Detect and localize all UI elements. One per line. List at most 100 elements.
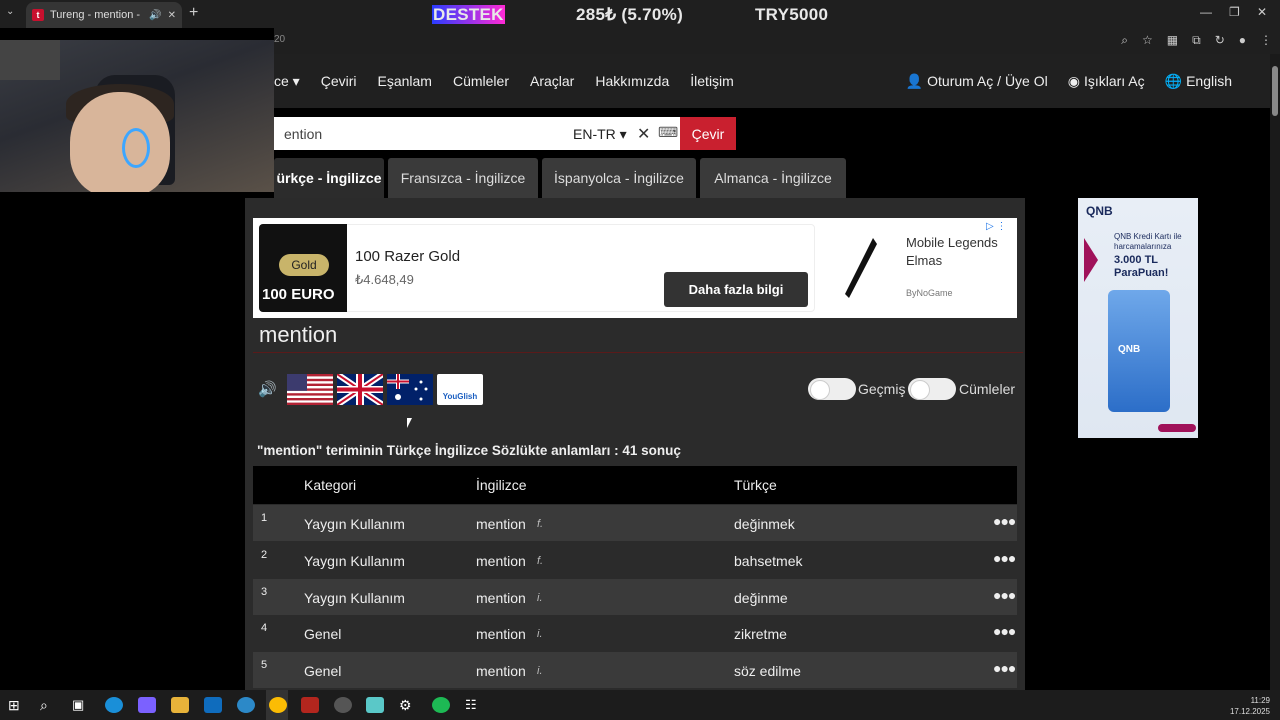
ad-product-image-2[interactable] [845, 238, 877, 298]
windows-start-icon[interactable]: ⊞ [8, 697, 26, 713]
row-number: 5 [261, 659, 268, 671]
nav-esanlam[interactable]: Eşanlam [378, 73, 432, 89]
site-navbar: ce ▾ Çeviri Eşanlam Cümleler Araçlar Hak… [274, 54, 1270, 108]
nav-ceviri[interactable]: Çeviri [321, 73, 357, 89]
browser-tab-active[interactable]: t Tureng - mention - Türkçe 🔊 ✕ [26, 2, 182, 28]
row-turkish-link[interactable]: söz edilme [734, 663, 801, 679]
audio-icon[interactable]: 🔊 [149, 10, 161, 21]
chrome-menu-icon[interactable]: ⋮ [1260, 33, 1272, 48]
minimize-icon[interactable]: — [1200, 5, 1212, 19]
history-icon[interactable]: ↻ [1215, 33, 1225, 48]
file-explorer-icon[interactable] [171, 697, 189, 713]
task-view-icon[interactable]: ▣ [72, 697, 90, 713]
row-more-icon[interactable]: ●●● [993, 623, 1016, 639]
extensions-puzzle-icon[interactable]: ⧉ [1192, 33, 1201, 48]
row-more-icon[interactable]: ●●● [993, 513, 1016, 529]
nav-hakkimizda[interactable]: Hakkımızda [595, 73, 669, 89]
row-category-link[interactable]: Yaygın Kullanım [304, 590, 405, 606]
zoom-icon[interactable]: ⌕ [1121, 33, 1128, 48]
tab-close-icon[interactable]: ✕ [168, 10, 176, 21]
row-english-link[interactable]: mention [476, 590, 526, 606]
ad2-title[interactable]: Mobile Legends Elmas [906, 234, 1016, 270]
nav-araclar[interactable]: Araçlar [530, 73, 574, 89]
app-icon[interactable] [237, 697, 255, 713]
row-english-link[interactable]: mention [476, 553, 526, 569]
ad2-source: ByNoGame [906, 288, 953, 298]
language-select[interactable]: EN-TR ▾ [573, 126, 627, 143]
result-summary: "mention" teriminin Türkçe İngilizce Söz… [257, 443, 681, 458]
row-turkish-link[interactable]: değinme [734, 590, 788, 606]
row-category-link[interactable]: Yaygın Kullanım [304, 553, 405, 569]
address-bar[interactable]: 20 ⌕ ☆ ▦ ⧉ ↻ ● ⋮ [274, 28, 1280, 54]
app2-icon[interactable] [334, 697, 352, 713]
header-english: İngilizce [476, 477, 527, 493]
row-category-link[interactable]: Yaygın Kullanım [304, 516, 405, 532]
ad-product-image[interactable]: Gold 100 EURO [259, 224, 347, 312]
row-more-icon[interactable]: ●●● [993, 587, 1016, 603]
app4-icon[interactable]: ☷ [465, 697, 483, 713]
speaker-icon[interactable]: 🔊 [258, 380, 277, 398]
qnb-cta-button[interactable] [1158, 424, 1196, 432]
clear-search-icon[interactable]: ✕ [637, 124, 650, 144]
outlook-icon[interactable] [204, 697, 222, 713]
row-category-link[interactable]: Genel [304, 663, 341, 679]
youglish-button[interactable]: YouGlish [437, 374, 483, 405]
row-pos: f. [537, 518, 544, 530]
login-link[interactable]: 👤 Oturum Aç / Üye Ol [906, 73, 1048, 90]
sentences-toggle[interactable] [908, 378, 956, 400]
tab-french-english[interactable]: Fransızca - İngilizce [388, 158, 538, 198]
bookmark-star-icon[interactable]: ☆ [1142, 33, 1153, 48]
history-toggle-label: Geçmiş [858, 381, 906, 397]
ad-more-info-button[interactable]: Daha fazla bilgi [664, 272, 808, 307]
windows-taskbar: ⊞ ⌕ ▣ [0, 690, 1280, 720]
row-pos: i. [537, 592, 543, 604]
scrollbar-thumb[interactable] [1272, 66, 1278, 116]
restore-icon[interactable]: ❐ [1229, 5, 1240, 19]
tab-search-icon[interactable]: ⌄ [6, 6, 14, 17]
app3-icon[interactable] [366, 697, 384, 713]
ad-choices-icon[interactable]: ▷ ⋮ [986, 221, 1006, 232]
nav-cumleler[interactable]: Cümleler [453, 73, 509, 89]
nav-iletisim[interactable]: İletişim [690, 73, 734, 89]
row-turkish-link[interactable]: bahsetmek [734, 553, 802, 569]
translate-button[interactable]: Çevir [680, 117, 736, 150]
row-more-icon[interactable]: ●●● [993, 660, 1016, 676]
tab-spanish-english[interactable]: İspanyolca - İngilizce [542, 158, 696, 198]
new-tab-icon[interactable]: + [189, 4, 198, 22]
us-flag-audio-icon[interactable] [287, 374, 333, 405]
qnb-logo: QNB [1086, 204, 1113, 218]
row-more-icon[interactable]: ●●● [993, 550, 1016, 566]
obs-icon[interactable] [301, 697, 319, 713]
settings-gear-icon[interactable]: ⚙ [399, 697, 417, 713]
side-ad-banner[interactable]: QNB QNB Kredi Kartı ile harcamalarınıza … [1078, 198, 1198, 438]
mouse-cursor-icon [407, 418, 412, 428]
edge-icon[interactable] [105, 697, 123, 713]
extension-badge-icon[interactable]: ▦ [1167, 33, 1178, 48]
lights-link[interactable]: ◉ Işıkları Aç [1068, 73, 1145, 90]
history-toggle[interactable] [808, 378, 856, 400]
row-turkish-link[interactable]: değinmek [734, 516, 795, 532]
keyboard-icon[interactable]: ⌨ [658, 124, 678, 141]
row-english-link[interactable]: mention [476, 663, 526, 679]
chrome-icon[interactable] [269, 697, 287, 713]
spotify-icon[interactable] [432, 697, 450, 713]
tab-turkish-english[interactable]: ürkçe - İngilizce [274, 158, 384, 198]
row-english-link[interactable]: mention [476, 626, 526, 642]
uk-flag-audio-icon[interactable] [337, 374, 383, 405]
clock-time: 11:29 [1250, 696, 1270, 705]
close-window-icon[interactable]: ✕ [1257, 5, 1267, 19]
au-flag-audio-icon[interactable] [387, 374, 433, 405]
language-link[interactable]: 🌐 English [1165, 73, 1232, 90]
row-category-link[interactable]: Genel [304, 626, 341, 642]
nav-dropdown[interactable]: ce ▾ [274, 73, 300, 90]
row-english-link[interactable]: mention [476, 516, 526, 532]
profile-avatar-icon[interactable]: ● [1239, 33, 1246, 48]
table-row: 2 Yaygın Kullanım mention f. bahsetmek ●… [253, 542, 1017, 578]
tab-german-english[interactable]: Almanca - İngilizce [700, 158, 846, 198]
row-turkish-link[interactable]: zikretme [734, 626, 787, 642]
taskbar-clock[interactable]: 11:29 17.12.2025 [1230, 695, 1270, 717]
ad-title[interactable]: 100 Razer Gold [355, 248, 460, 265]
copilot-icon[interactable] [138, 697, 156, 713]
search-icon[interactable]: ⌕ [40, 697, 58, 713]
page-scrollbar[interactable] [1270, 54, 1280, 690]
